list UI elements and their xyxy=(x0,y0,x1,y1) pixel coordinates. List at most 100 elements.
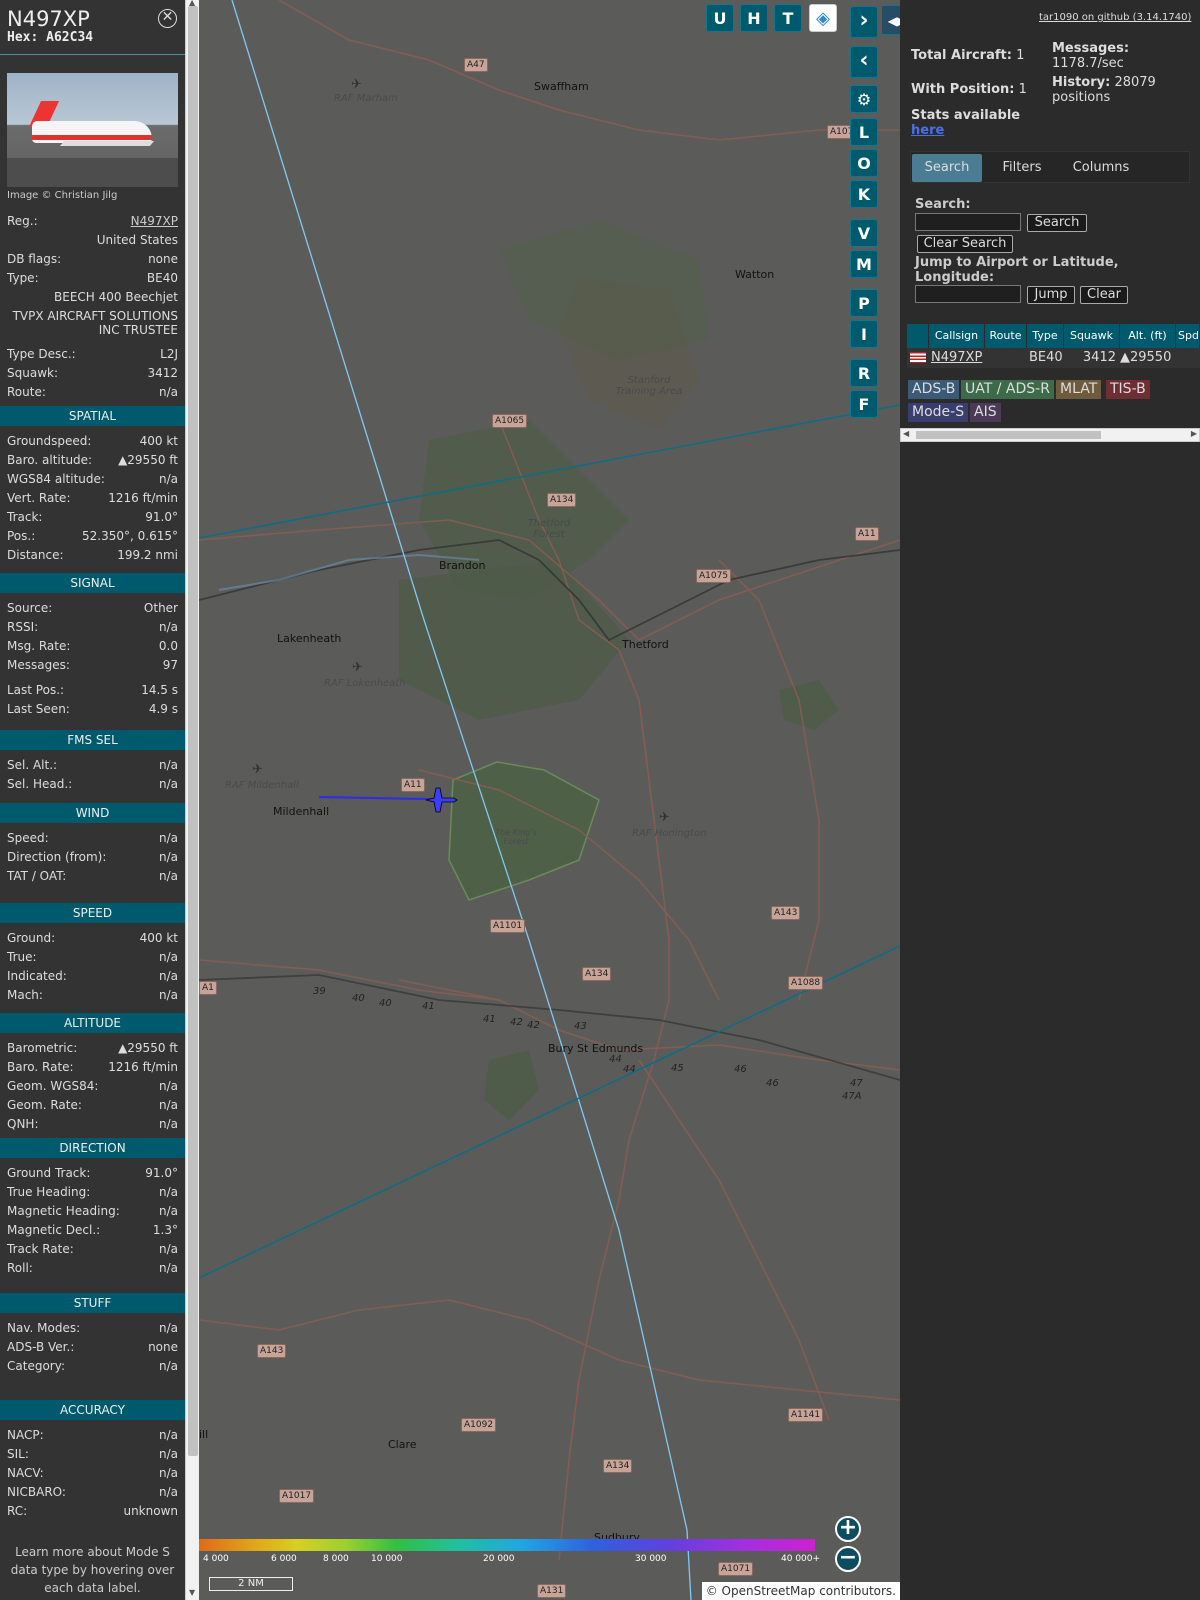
info-field-label[interactable]: Magnetic Decl.: xyxy=(7,1221,100,1239)
info-field-label[interactable]: NACP: xyxy=(7,1426,44,1444)
info-field-label[interactable]: Mach: xyxy=(7,986,43,1004)
info-field-label[interactable]: Track: xyxy=(7,508,42,526)
tab-filters[interactable]: Filters xyxy=(987,154,1057,182)
info-field-label[interactable]: NACV: xyxy=(7,1464,44,1482)
toggle-i-button[interactable]: I xyxy=(850,320,878,348)
info-field-label[interactable]: RC: xyxy=(7,1502,27,1520)
toggle-v-button[interactable]: V xyxy=(850,219,878,247)
registration-link[interactable]: N497XP xyxy=(131,212,178,230)
info-field-value: n/a xyxy=(158,831,178,845)
info-field-label[interactable]: Direction (from): xyxy=(7,848,106,866)
info-field-label[interactable]: Indicated: xyxy=(7,967,67,985)
column-header-speed[interactable]: Spd xyxy=(1176,324,1200,348)
info-scrollbar[interactable]: ▲ ▼ xyxy=(185,0,199,1600)
expand-sidebar-button[interactable]: › xyxy=(850,6,878,38)
tab-columns[interactable]: Columns xyxy=(1061,154,1141,182)
toggle-k-button[interactable]: K xyxy=(850,180,878,208)
toggle-m-button[interactable]: M xyxy=(850,250,878,278)
clear-button[interactable]: Clear xyxy=(1080,286,1128,304)
flag-column-header[interactable] xyxy=(907,324,929,348)
search-button[interactable]: Search xyxy=(1027,214,1087,232)
info-field-label[interactable]: NICBARO: xyxy=(7,1483,66,1501)
info-field-label[interactable]: True Heading: xyxy=(7,1183,90,1201)
info-field-label[interactable]: TAT / OAT: xyxy=(7,867,66,885)
info-field-label[interactable]: Messages: xyxy=(7,656,70,674)
info-field-label[interactable]: RSSI: xyxy=(7,618,38,636)
version-link[interactable]: tar1090 on github (3.14.1740) xyxy=(1039,12,1191,23)
info-field-label[interactable]: Speed: xyxy=(7,829,49,847)
toggle-l-button[interactable]: L xyxy=(850,118,878,146)
toggle-h-button[interactable]: H xyxy=(740,4,768,32)
info-field-label[interactable]: Magnetic Heading: xyxy=(7,1202,120,1220)
section-header-direction[interactable]: DIRECTION xyxy=(0,1138,185,1158)
info-field-label[interactable]: Nav. Modes: xyxy=(7,1319,80,1337)
info-field-label[interactable]: SIL: xyxy=(7,1445,29,1463)
info-field-label[interactable]: Baro. altitude: xyxy=(7,451,92,469)
toggle-p-button[interactable]: P xyxy=(850,289,878,317)
collapse-sidebar-button[interactable]: ‹ xyxy=(850,46,878,78)
stats-link[interactable]: here xyxy=(911,123,944,138)
info-field-label[interactable]: Last Pos.: xyxy=(7,681,64,699)
info-field-label[interactable]: WGS84 altitude: xyxy=(7,470,105,488)
zoom-out-button[interactable]: − xyxy=(835,1546,861,1572)
info-field-label[interactable]: Source: xyxy=(7,599,52,617)
column-header-type[interactable]: Type xyxy=(1027,324,1064,348)
map-view[interactable]: Swaffham Watton Brandon Lakenheath Thetf… xyxy=(199,0,900,1600)
toggle-sidebar-button[interactable]: ◀▶ xyxy=(881,5,900,35)
info-field-label[interactable]: Baro. Rate: xyxy=(7,1058,74,1076)
road-shield: A1141 xyxy=(788,1408,824,1422)
section-header-wind[interactable]: WIND xyxy=(0,803,185,823)
close-info-button[interactable]: ✕ xyxy=(158,9,177,28)
section-header-spatial[interactable]: SPATIAL xyxy=(0,406,185,426)
info-field-label[interactable]: Geom. WGS84: xyxy=(7,1077,98,1095)
info-field-label[interactable]: Msg. Rate: xyxy=(7,637,70,655)
section-header-signal[interactable]: SIGNAL xyxy=(0,573,185,593)
info-field-label[interactable]: Ground Track: xyxy=(7,1164,90,1182)
clear-search-button[interactable]: Clear Search xyxy=(917,235,1013,253)
column-header-squawk[interactable]: Squawk xyxy=(1064,324,1120,348)
section-header-stuff[interactable]: STUFF xyxy=(0,1293,185,1313)
info-field-label[interactable]: QNH: xyxy=(7,1115,39,1133)
osm-link[interactable]: OpenStreetMap xyxy=(722,1584,816,1598)
column-header-route[interactable]: Route xyxy=(985,324,1027,348)
toggle-f-button[interactable]: F xyxy=(850,390,878,418)
info-field-label[interactable]: Track Rate: xyxy=(7,1240,74,1258)
info-field-label[interactable]: Sel. Head.: xyxy=(7,775,72,793)
toggle-t-button[interactable]: T xyxy=(774,4,802,32)
column-header-callsign[interactable]: Callsign xyxy=(929,324,985,348)
info-field-label[interactable]: Pos.: xyxy=(7,527,35,545)
info-field-label[interactable]: Vert. Rate: xyxy=(7,489,71,507)
info-field-value: n/a xyxy=(158,969,178,983)
column-header-altitude[interactable]: Alt. (ft) xyxy=(1120,324,1176,348)
info-field-label[interactable]: True: xyxy=(7,948,37,966)
zoom-in-button[interactable]: + xyxy=(835,1516,861,1542)
section-header-accuracy[interactable]: ACCURACY xyxy=(0,1400,185,1420)
aircraft-marker[interactable] xyxy=(424,786,458,814)
tab-search[interactable]: Search xyxy=(912,154,982,182)
info-field-label[interactable]: Distance: xyxy=(7,546,64,564)
section-header-speed[interactable]: SPEED xyxy=(0,903,185,923)
section-header-fms-sel[interactable]: FMS SEL xyxy=(0,730,185,750)
info-field-label[interactable]: Ground: xyxy=(7,929,55,947)
settings-button[interactable]: ⚙ xyxy=(850,85,878,113)
jump-input[interactable] xyxy=(915,285,1021,303)
info-field-label[interactable]: Category: xyxy=(7,1357,65,1375)
aircraft-photo[interactable] xyxy=(7,73,178,187)
toggle-r-button[interactable]: R xyxy=(850,359,878,387)
row-callsign[interactable]: N497XP xyxy=(929,348,985,368)
section-header-altitude[interactable]: ALTITUDE xyxy=(0,1013,185,1033)
table-horizontal-scrollbar[interactable]: ◀ ▶ xyxy=(900,428,1200,442)
toggle-o-button[interactable]: O xyxy=(850,149,878,177)
info-field-label[interactable]: Sel. Alt.: xyxy=(7,756,57,774)
info-field-label[interactable]: Groundspeed: xyxy=(7,432,91,450)
search-input[interactable] xyxy=(915,213,1021,231)
jump-button[interactable]: Jump xyxy=(1027,286,1075,304)
info-field-label[interactable]: Geom. Rate: xyxy=(7,1096,82,1114)
info-field-label[interactable]: Roll: xyxy=(7,1259,33,1277)
toggle-u-button[interactable]: U xyxy=(706,4,734,32)
layers-button[interactable]: ◈ xyxy=(809,4,837,32)
info-field-label[interactable]: ADS-B Ver.: xyxy=(7,1338,74,1356)
info-field-label[interactable]: Barometric: xyxy=(7,1039,77,1057)
info-field-label[interactable]: Last Seen: xyxy=(7,700,70,718)
info-field-value: n/a xyxy=(158,1359,178,1373)
